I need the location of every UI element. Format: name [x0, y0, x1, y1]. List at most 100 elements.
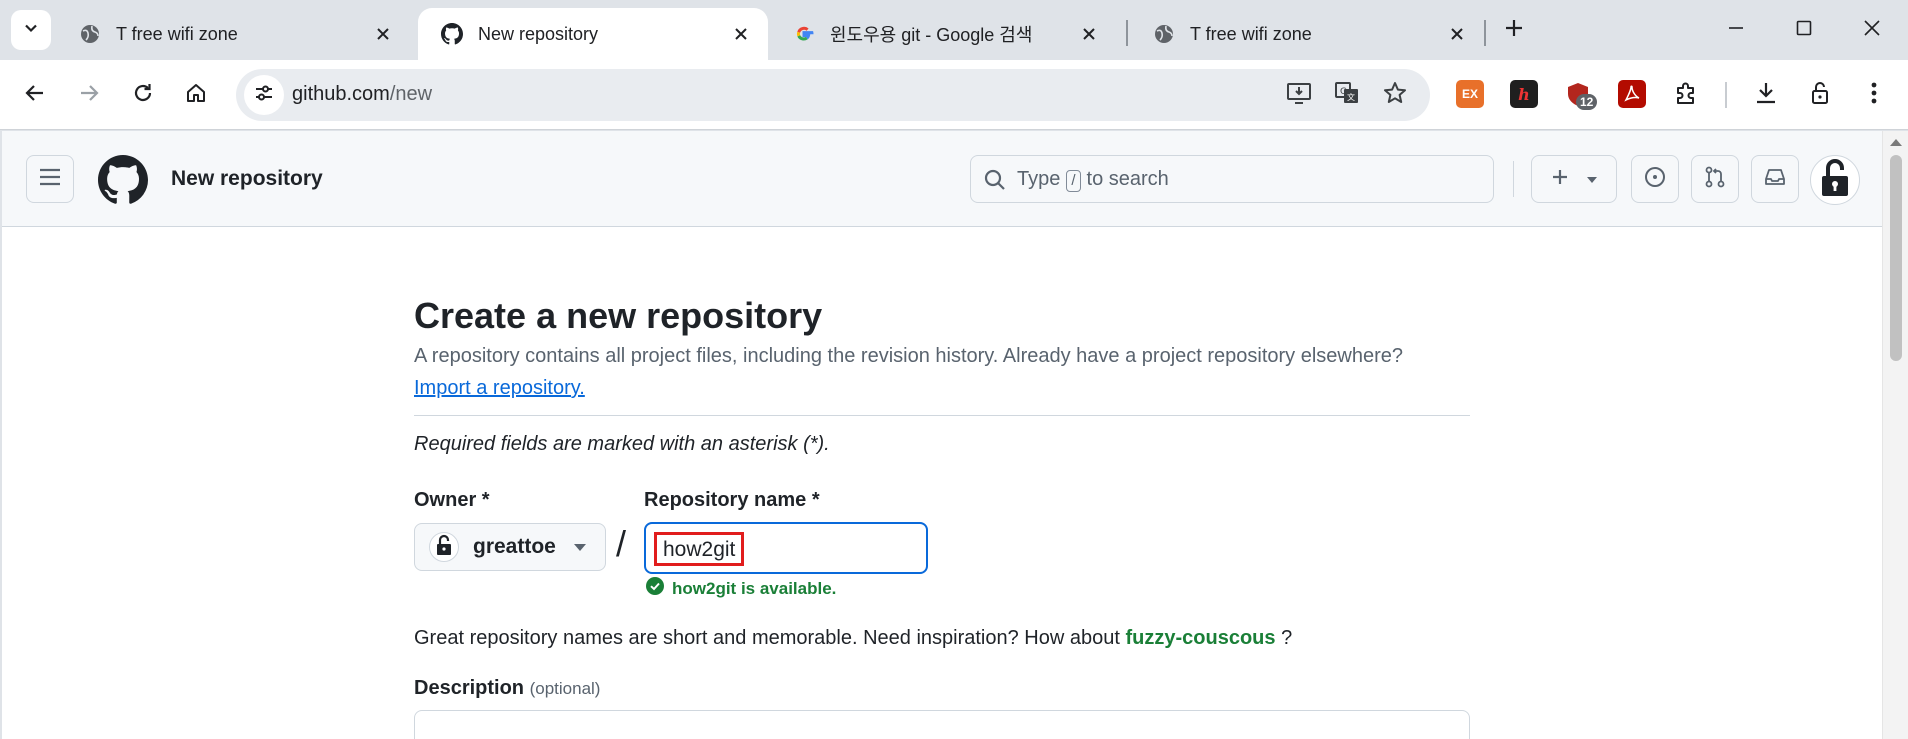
issues-button[interactable]: [1631, 155, 1679, 203]
tab-title: 윈도우용 git - Google 검색: [830, 25, 1033, 45]
tab-1[interactable]: T free wifi zone: [56, 8, 410, 60]
translate-icon: G文: [1334, 80, 1360, 111]
github-header: New repository Type / to search: [2, 131, 1882, 227]
tab-2-active[interactable]: New repository: [418, 8, 768, 60]
address-bar[interactable]: github.com/new G文: [236, 69, 1430, 121]
suggested-name-link[interactable]: fuzzy-couscous: [1125, 627, 1275, 649]
repository-name-value: how2git: [654, 532, 745, 566]
search-suffix: to search: [1086, 168, 1169, 190]
search-shortcut-key: /: [1066, 170, 1081, 192]
suggestion-end: ?: [1281, 627, 1293, 649]
import-repository-link[interactable]: Import a repository.: [414, 377, 585, 400]
header-context-title[interactable]: New repository: [171, 167, 323, 191]
page-body: Create a new repository A repository con…: [2, 227, 1882, 739]
scrollbar-thumb[interactable]: [1890, 155, 1902, 361]
forward-button[interactable]: [70, 76, 108, 114]
search-placeholder: Type / to search: [1017, 168, 1169, 192]
description-label-text: Description: [414, 677, 525, 699]
back-button[interactable]: [16, 76, 54, 114]
bookmark-button[interactable]: [1380, 80, 1410, 110]
optional-hint: (optional): [529, 679, 601, 698]
tune-icon: [253, 82, 275, 109]
repository-name-label: Repository name *: [644, 489, 820, 511]
owner-dropdown[interactable]: greattoe: [414, 523, 606, 571]
divider: [414, 415, 1470, 416]
browser-toolbar: github.com/new G文 EX h 12: [0, 60, 1908, 130]
new-tab-button[interactable]: [1496, 12, 1532, 48]
search-prefix: Type: [1017, 168, 1061, 190]
url-text: github.com/new: [292, 83, 432, 106]
owner-label: Owner *: [414, 489, 490, 511]
url-host: github.com: [292, 83, 390, 105]
page-title: Create a new repository: [414, 295, 823, 336]
plus-icon: [1505, 19, 1523, 42]
lock-open-icon: [435, 534, 453, 561]
maximize-icon: [1796, 20, 1812, 41]
github-logo-icon[interactable]: [98, 155, 148, 205]
tab-title: T free wifi zone: [116, 23, 238, 44]
header-separator: [1513, 161, 1514, 197]
globe-icon: [78, 22, 102, 46]
close-icon[interactable]: [370, 21, 396, 47]
tab-3[interactable]: 윈도우용 git - Google 검색: [770, 8, 1116, 60]
github-icon: [440, 22, 464, 46]
description-input[interactable]: [414, 710, 1470, 739]
tab-separator: [1484, 20, 1486, 46]
page-scrollbar[interactable]: [1882, 131, 1908, 739]
maximize-button[interactable]: [1778, 8, 1830, 52]
owner-name: greattoe: [473, 535, 556, 558]
user-avatar[interactable]: [1810, 155, 1860, 205]
install-icon: [1286, 80, 1312, 111]
required-fields-note: Required fields are marked with an aster…: [414, 433, 830, 455]
search-icon: [983, 168, 1007, 197]
github-search-input[interactable]: Type / to search: [970, 155, 1494, 203]
translate-button[interactable]: G文: [1332, 80, 1362, 110]
site-info-button[interactable]: [244, 75, 284, 115]
hamburger-icon: [39, 168, 61, 191]
install-app-button[interactable]: [1284, 80, 1314, 110]
pdf-extension-icon[interactable]: [1618, 80, 1646, 108]
globe-icon: [1152, 22, 1176, 46]
pull-requests-button[interactable]: [1691, 155, 1739, 203]
page-description: A repository contains all project files,…: [414, 345, 1404, 367]
tab-separator: [1126, 20, 1128, 46]
close-icon[interactable]: [728, 21, 754, 47]
svg-text:G: G: [1340, 87, 1347, 97]
triangle-down-icon: [573, 538, 586, 556]
star-icon: [1382, 80, 1408, 111]
open-navigation-button[interactable]: [26, 155, 74, 203]
chevron-down-icon: [23, 20, 39, 41]
downloads-button[interactable]: [1752, 80, 1780, 108]
home-icon: [185, 82, 207, 109]
create-new-button[interactable]: [1531, 155, 1617, 203]
scroll-up-arrow-icon[interactable]: [1890, 139, 1902, 146]
shield-extension-icon[interactable]: 12: [1564, 80, 1598, 110]
home-button[interactable]: [177, 76, 215, 114]
repository-name-input[interactable]: how2git: [644, 522, 928, 574]
close-icon: [1864, 19, 1880, 41]
window-close-button[interactable]: [1846, 8, 1898, 52]
close-icon[interactable]: [1444, 21, 1470, 47]
triangle-down-icon: [1587, 170, 1597, 188]
inbox-button[interactable]: [1751, 155, 1799, 203]
more-vertical-icon: [1870, 81, 1878, 108]
tab-4[interactable]: T free wifi zone: [1130, 8, 1484, 60]
h-extension-icon[interactable]: h: [1510, 80, 1538, 108]
plus-icon: [1551, 168, 1569, 191]
puzzle-icon: [1673, 80, 1699, 109]
minimize-icon: [1728, 20, 1744, 41]
owner-avatar: [429, 532, 459, 562]
url-path: /new: [389, 83, 433, 105]
ex-extension-icon[interactable]: EX: [1456, 80, 1484, 108]
tab-strip: T free wifi zone New repository 윈도우용 git…: [0, 0, 1908, 60]
reload-button[interactable]: [124, 76, 162, 114]
browser-menu-button[interactable]: [1860, 80, 1888, 108]
google-icon: [792, 22, 816, 46]
lock-open-icon: [1818, 158, 1852, 203]
git-pull-request-icon: [1704, 166, 1726, 193]
minimize-button[interactable]: [1710, 8, 1762, 52]
close-icon[interactable]: [1076, 21, 1102, 47]
extensions-puzzle-button[interactable]: [1672, 80, 1700, 108]
tab-search-button[interactable]: [11, 10, 51, 50]
profile-button[interactable]: [1806, 80, 1834, 108]
